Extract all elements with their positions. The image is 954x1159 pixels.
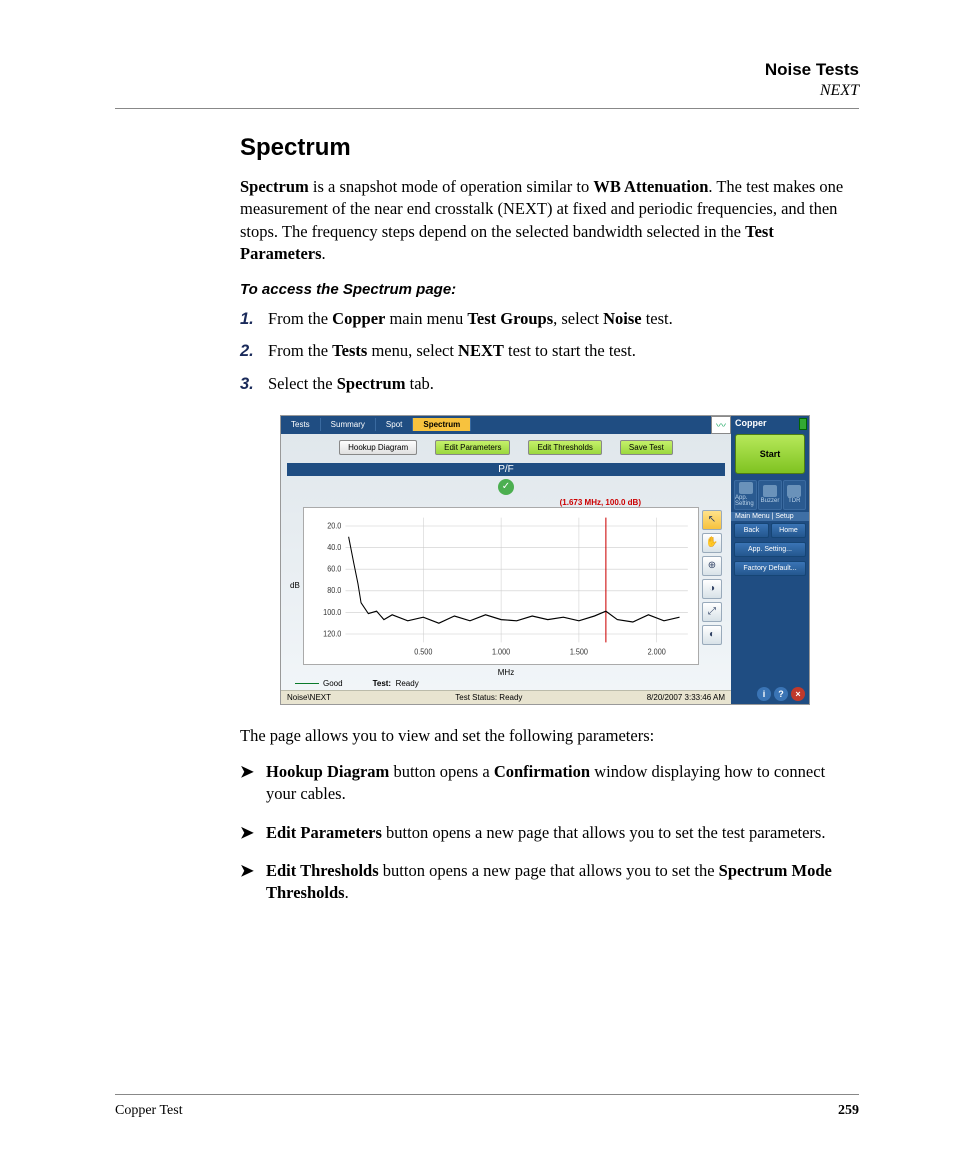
section-title: Spectrum <box>240 134 859 162</box>
buzzer-icon[interactable]: Buzzer <box>758 480 781 510</box>
zoom-tool-icon[interactable]: ⊕ <box>702 556 722 576</box>
info-icon[interactable]: i <box>757 687 771 701</box>
check-icon: ✓ <box>498 479 514 495</box>
bullet-edit-thresh: ➤ Edit Thresholds button opens a new pag… <box>240 860 859 905</box>
svg-text:0.500: 0.500 <box>414 647 433 657</box>
marker-tool-icon[interactable]: ◑ <box>702 579 722 599</box>
intro-paragraph: Spectrum is a snapshot mode of operation… <box>240 176 859 265</box>
svg-text:120.0: 120.0 <box>323 629 342 639</box>
y-axis-label: dB <box>287 507 303 665</box>
status-bar: Noise\NEXT Test Status: Ready 8/20/2007 … <box>281 690 731 704</box>
side-menu-header: Main Menu | Setup <box>731 512 809 521</box>
procedure-steps: 1. From the Copper main menu Test Groups… <box>240 308 859 395</box>
after-figure-text: The page allows you to view and set the … <box>240 725 859 747</box>
device-screen: 〰 Tests Summary Spot Spectrum Hookup Dia… <box>280 415 810 705</box>
chart-tool-column: ↖ ✋ ⊕ ◑ ⤢ ◐ <box>699 507 725 665</box>
tab-tests[interactable]: Tests <box>281 418 321 431</box>
app-setting-icon[interactable]: App. Setting <box>734 480 757 510</box>
tab-summary[interactable]: Summary <box>321 418 376 431</box>
chart-type-icon[interactable]: 〰 <box>711 416 731 434</box>
side-brand: Copper <box>735 418 767 428</box>
close-icon[interactable]: × <box>791 687 805 701</box>
side-panel: Copper Start App. Setting Buzzer TDR Mai… <box>731 416 809 704</box>
header-chapter-title: Noise Tests <box>115 60 859 80</box>
spectrum-chart[interactable]: 20.0 40.0 60.0 80.0 100.0 120.0 0.500 1. <box>303 507 699 665</box>
pan-tool-icon[interactable]: ✋ <box>702 533 722 553</box>
bullet-hookup: ➤ Hookup Diagram button opens a Confirma… <box>240 761 859 806</box>
bullet-marker-icon: ➤ <box>240 761 266 806</box>
battery-icon <box>799 418 807 430</box>
pass-fail-result: ✓ <box>281 476 731 498</box>
app-setting-button[interactable]: App. Setting... <box>734 542 806 557</box>
bullet-marker-icon: ➤ <box>240 822 266 844</box>
factory-default-button[interactable]: Factory Default... <box>734 561 806 576</box>
svg-text:40.0: 40.0 <box>327 542 342 552</box>
feature-bullets: ➤ Hookup Diagram button opens a Confirma… <box>240 761 859 904</box>
svg-text:60.0: 60.0 <box>327 564 342 574</box>
back-button[interactable]: Back <box>734 523 769 538</box>
step-3: 3. Select the Spectrum tab. <box>240 373 859 395</box>
cursor-readout: (1.673 MHz, 100.0 dB) <box>281 498 731 507</box>
toolbar: Hookup Diagram Edit Parameters Edit Thre… <box>281 434 731 461</box>
page-footer: Copper Test 259 <box>115 1094 859 1119</box>
hookup-diagram-button[interactable]: Hookup Diagram <box>339 440 417 455</box>
bullet-marker-icon: ➤ <box>240 860 266 905</box>
x-axis-label: MHz <box>281 667 731 677</box>
chart-legend: Good Test: Ready <box>281 677 731 690</box>
svg-text:20.0: 20.0 <box>327 521 342 531</box>
tdr-icon[interactable]: TDR <box>783 480 806 510</box>
edit-thresholds-button[interactable]: Edit Thresholds <box>528 440 601 455</box>
save-test-button[interactable]: Save Test <box>620 440 673 455</box>
step-1: 1. From the Copper main menu Test Groups… <box>240 308 859 330</box>
footer-page-number: 259 <box>838 1103 859 1119</box>
footer-doc-title: Copper Test <box>115 1103 183 1119</box>
tab-spot[interactable]: Spot <box>376 418 413 431</box>
help-icon[interactable]: ? <box>774 687 788 701</box>
header-section-subtitle: NEXT <box>115 82 859 100</box>
pass-fail-header: P/F <box>287 463 725 476</box>
start-button[interactable]: Start <box>735 434 805 474</box>
status-path: Noise\NEXT <box>287 693 331 702</box>
pointer-tool-icon[interactable]: ↖ <box>702 510 722 530</box>
svg-text:80.0: 80.0 <box>327 586 342 596</box>
tab-spectrum[interactable]: Spectrum <box>413 418 471 431</box>
step-2: 2. From the Tests menu, select NEXT test… <box>240 340 859 362</box>
svg-text:1.500: 1.500 <box>570 647 589 657</box>
reset-tool-icon[interactable]: ◐ <box>702 625 722 645</box>
trace-line <box>348 537 679 623</box>
header-rule <box>115 108 859 109</box>
svg-text:2.000: 2.000 <box>647 647 666 657</box>
edit-parameters-button[interactable]: Edit Parameters <box>435 440 510 455</box>
status-datetime: 8/20/2007 3:33:46 AM <box>647 693 725 702</box>
procedure-heading: To access the Spectrum page: <box>240 281 859 298</box>
home-button[interactable]: Home <box>771 523 806 538</box>
svg-text:1.000: 1.000 <box>492 647 511 657</box>
bullet-edit-params: ➤ Edit Parameters button opens a new pag… <box>240 822 859 844</box>
fit-tool-icon[interactable]: ⤢ <box>702 602 722 622</box>
svg-text:100.0: 100.0 <box>323 607 342 617</box>
device-screenshot-figure: 〰 Tests Summary Spot Spectrum Hookup Dia… <box>280 415 859 705</box>
status-text: Test Status: Ready <box>455 693 522 702</box>
tab-bar: Tests Summary Spot Spectrum <box>281 416 731 434</box>
